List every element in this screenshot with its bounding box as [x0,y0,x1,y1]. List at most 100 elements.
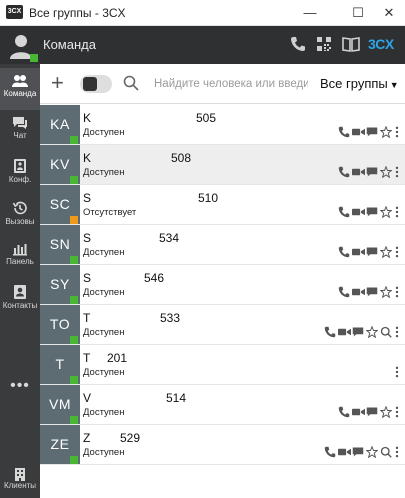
contact-name: K [83,111,92,125]
video-icon[interactable] [352,125,365,138]
phone-icon[interactable] [290,36,308,54]
contact-name: T [83,311,91,325]
header-title: Команда [43,37,96,52]
book-icon[interactable] [342,36,360,54]
more-vertical-icon[interactable] [394,245,405,258]
groups-dropdown[interactable]: Все группы ▼ [320,76,399,91]
view-toggle[interactable] [80,75,112,93]
sidebar: Команда Чат Конф. Вызовы Панель Контакты… [0,64,40,498]
sidebar-item-label: Команда [3,89,37,98]
contact-name: S [83,191,92,205]
contact-actions [338,125,402,139]
contact-status-text: Доступен [83,407,125,418]
contact-name: T [83,351,91,365]
search-input[interactable] [154,75,308,93]
building-icon [0,467,40,481]
phone-icon[interactable] [338,125,351,138]
contact-status-text: Доступен [83,167,125,178]
sidebar-item-conference[interactable]: Конф. [0,152,40,194]
presence-indicator [70,176,78,184]
contact-row[interactable]: ZE Z 529 Доступен [40,425,405,465]
chat-icon[interactable] [366,125,379,138]
more-vertical-icon[interactable] [394,405,405,418]
contact-row[interactable]: KV K 508 Доступен [40,145,405,185]
star-icon[interactable] [365,445,379,459]
contact-row[interactable]: SY S 546 Доступен [40,265,405,305]
chat-icon[interactable] [366,205,379,218]
video-icon[interactable] [338,445,351,458]
sidebar-item-panel[interactable]: Панель [0,236,40,278]
contact-extension: 505 [196,111,217,125]
video-icon[interactable] [352,405,365,418]
app-header: Команда 3CX [0,26,405,64]
video-icon[interactable] [352,165,365,178]
contact-row[interactable]: T T 201 Доступен [40,345,405,385]
more-vertical-icon[interactable] [394,365,405,378]
chat-icon[interactable] [352,445,365,458]
sidebar-item-chat[interactable]: Чат [0,110,40,152]
more-vertical-icon[interactable] [394,165,405,178]
minimize-button[interactable]: — [294,0,326,26]
more-menu-button[interactable]: ••• [0,377,40,395]
sidebar-item-calls[interactable]: Вызовы [0,194,40,236]
more-vertical-icon[interactable] [394,125,405,138]
video-icon[interactable] [338,325,351,338]
video-icon[interactable] [352,285,365,298]
chat-icon [0,116,40,130]
contact-actions [324,325,402,339]
phone-icon[interactable] [338,205,351,218]
sidebar-item-label: Чат [13,131,27,140]
phone-icon[interactable] [338,405,351,418]
contact-row[interactable]: KA K 505 Доступен [40,105,405,145]
phone-icon[interactable] [338,165,351,178]
contacts-list: KA K 505 Доступен KV K 508 Доступен SC S 510 Отсутс… [40,105,405,498]
maximize-button[interactable]: ☐ [342,0,374,26]
star-icon[interactable] [379,405,393,419]
chat-icon[interactable] [366,405,379,418]
sidebar-item-label: Вызовы [5,217,35,226]
chat-icon[interactable] [352,325,365,338]
search-icon[interactable] [380,445,393,458]
contact-status-text: Доступен [83,327,125,338]
sidebar-item-clients[interactable]: Клиенты [0,464,40,498]
phone-icon[interactable] [324,445,337,458]
more-vertical-icon[interactable] [394,205,405,218]
contact-row[interactable]: TO T 533 Доступен [40,305,405,345]
star-icon[interactable] [379,285,393,299]
video-icon[interactable] [352,205,365,218]
contact-extension: 201 [107,351,128,365]
star-icon[interactable] [379,125,393,139]
contact-status-text: Доступен [83,287,125,298]
contact-name: K [83,151,92,165]
presence-indicator [70,296,78,304]
toolbar: + Все группы▼ [40,64,405,104]
phone-icon[interactable] [338,245,351,258]
video-icon[interactable] [352,245,365,258]
star-icon[interactable] [365,325,379,339]
more-vertical-icon[interactable] [394,445,405,458]
star-icon[interactable] [379,205,393,219]
search-icon[interactable] [380,325,393,338]
star-icon[interactable] [379,165,393,179]
sidebar-item-contacts[interactable]: Контакты [0,278,40,320]
chat-icon[interactable] [366,245,379,258]
close-button[interactable]: ✕ [373,0,405,26]
contact-row[interactable]: SC S 510 Отсутствует [40,185,405,225]
sidebar-item-team[interactable]: Команда [0,68,40,110]
window-title: Все группы - 3CX [29,6,126,20]
contact-row[interactable]: SN S 534 Доступен [40,225,405,265]
more-vertical-icon[interactable] [394,325,405,338]
sidebar-item-label: Панель [6,257,34,266]
phone-icon[interactable] [338,285,351,298]
contact-extension: 533 [160,311,181,325]
phone-icon[interactable] [324,325,337,338]
chat-icon[interactable] [366,165,379,178]
star-icon[interactable] [379,245,393,259]
user-status-indicator [30,54,38,62]
more-vertical-icon[interactable] [394,285,405,298]
chat-icon[interactable] [366,285,379,298]
qr-code-icon[interactable] [316,36,334,54]
add-button[interactable]: + [51,72,64,94]
contact-row[interactable]: VM V 514 Доступен [40,385,405,425]
presence-indicator [70,336,78,344]
